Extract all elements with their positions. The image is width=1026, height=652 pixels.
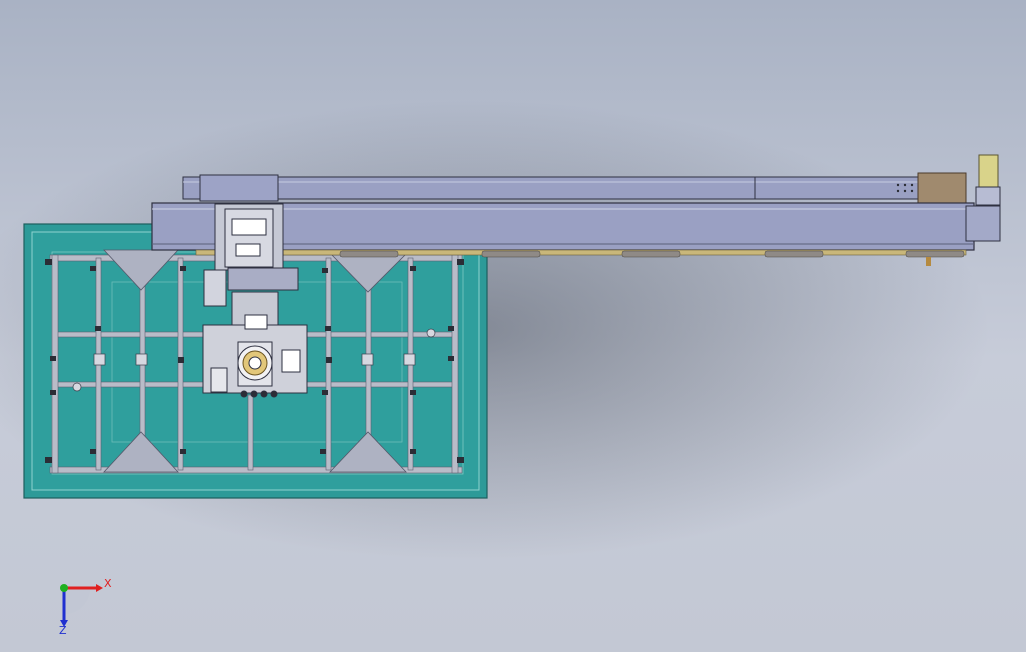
cad-model-viewport[interactable]: [0, 0, 1026, 652]
upper-linear-rail: [182, 172, 967, 204]
